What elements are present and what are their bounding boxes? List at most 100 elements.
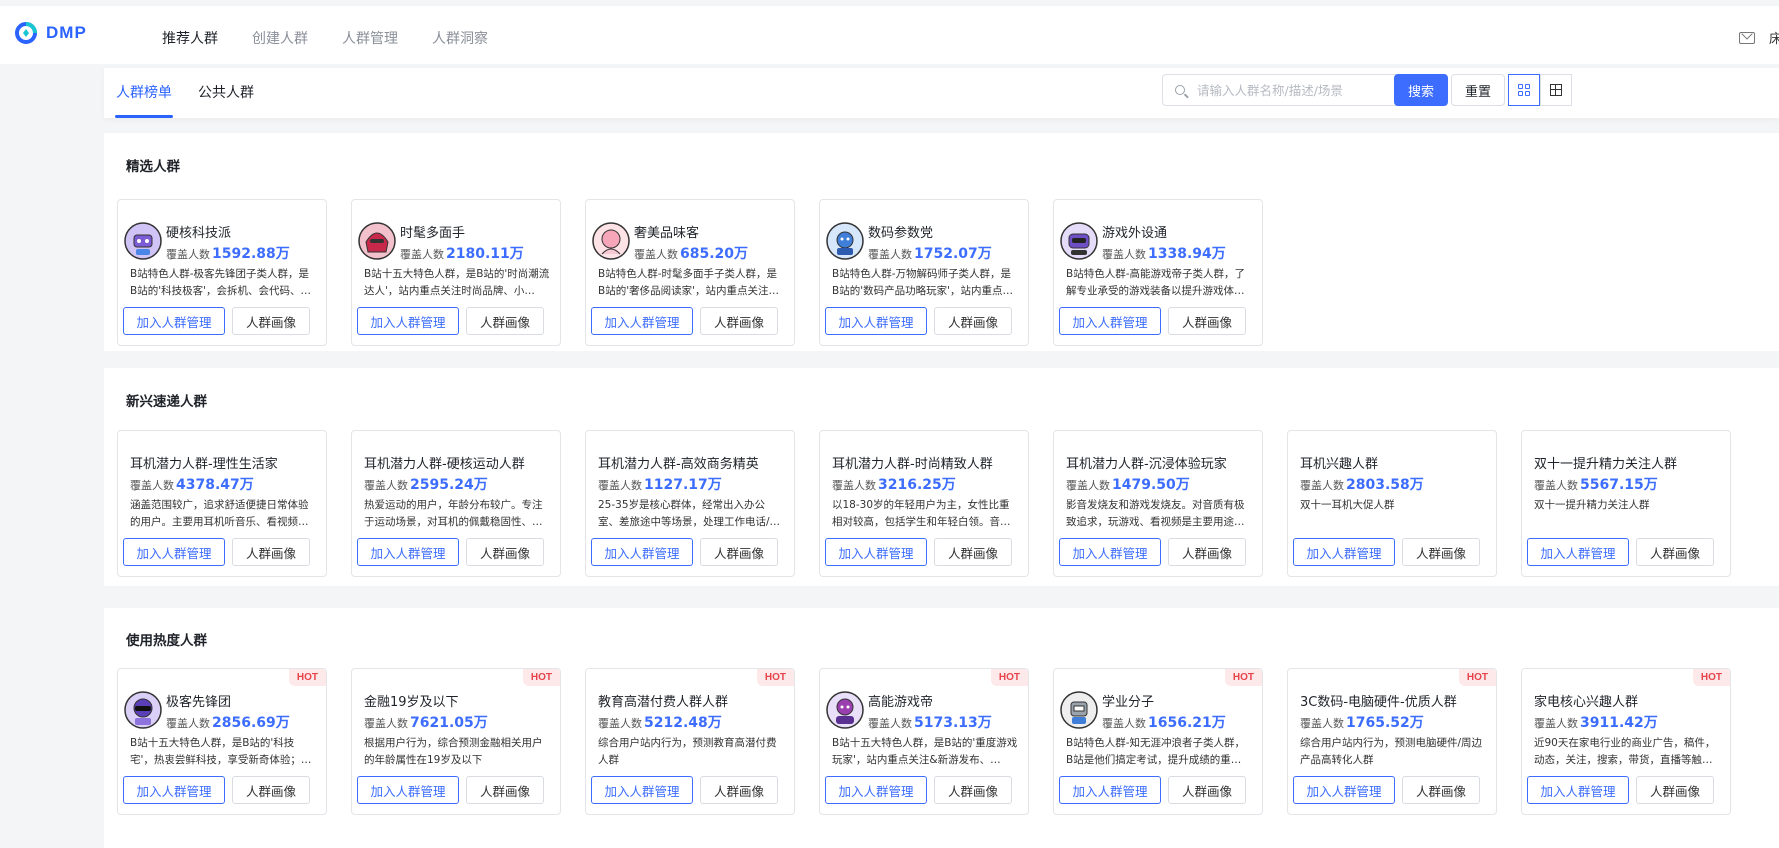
crowd-portrait-button[interactable]: 人群画像 xyxy=(700,538,778,566)
add-to-management-button[interactable]: 加入人群管理 xyxy=(1059,307,1161,335)
count-label: 覆盖人数 xyxy=(1102,717,1146,730)
crowd-portrait-button[interactable]: 人群画像 xyxy=(232,307,310,335)
crowd-portrait-button[interactable]: 人群画像 xyxy=(1168,538,1246,566)
search-button[interactable]: 搜索 xyxy=(1394,74,1448,106)
search-input[interactable] xyxy=(1195,81,1409,99)
logo[interactable]: DMP xyxy=(14,21,87,45)
hot-badge: HOT xyxy=(1224,669,1262,686)
add-to-management-button[interactable]: 加入人群管理 xyxy=(123,307,225,335)
add-to-management-button[interactable]: 加入人群管理 xyxy=(825,776,927,804)
add-to-management-button[interactable]: 加入人群管理 xyxy=(357,307,459,335)
count-value: 1338.94万 xyxy=(1148,246,1226,262)
crowd-card[interactable]: 耳机潜力人群-沉浸体验玩家 覆盖人数 1479.50万 影音发烧友和游戏发烧友。对音质… xyxy=(1053,430,1263,577)
crowd-name: 双十一提升精力关注人群 xyxy=(1534,457,1678,472)
avatar xyxy=(124,222,162,260)
count-value: 3216.25万 xyxy=(878,477,956,493)
crowd-card[interactable]: 耳机潜力人群-时尚精致人群 覆盖人数 3216.25万 以18-30岁的年轻用户为主，… xyxy=(819,430,1029,577)
crowd-description: 以18-30岁的年轻用户为主，女性比重相对较高，包括学生和年轻白领。音… xyxy=(832,499,1011,528)
crowd-portrait-button[interactable]: 人群画像 xyxy=(1636,776,1714,804)
crowd-portrait-button[interactable]: 人群画像 xyxy=(466,307,544,335)
crowd-description: B站特色人群-极客先锋团子类人群，是B站的'科技极客'，会拆机、会代码、… xyxy=(130,268,311,297)
count-label: 覆盖人数 xyxy=(364,479,408,492)
add-to-management-button[interactable]: 加入人群管理 xyxy=(1293,776,1395,804)
crowd-portrait-button[interactable]: 人群画像 xyxy=(466,538,544,566)
avatar xyxy=(592,222,630,260)
crowd-name: 耳机兴趣人群 xyxy=(1300,457,1379,472)
nav-item-manage[interactable]: 人群管理 xyxy=(342,28,398,48)
crowd-card[interactable]: 双十一提升精力关注人群 覆盖人数 5567.15万 双十一提升精力关注人群 加入人群管理… xyxy=(1521,430,1731,577)
crowd-card[interactable]: 时髦多面手 覆盖人数 2180.11万 B站十五大特色人群，是B站的'时尚潮流达人'，… xyxy=(351,199,561,346)
add-to-management-button[interactable]: 加入人群管理 xyxy=(1059,776,1161,804)
crowd-count: 覆盖人数 2180.11万 xyxy=(400,243,524,263)
add-to-management-button[interactable]: 加入人群管理 xyxy=(1293,538,1395,566)
crowd-portrait-button[interactable]: 人群画像 xyxy=(700,776,778,804)
add-to-management-button[interactable]: 加入人群管理 xyxy=(123,538,225,566)
count-value: 2856.69万 xyxy=(212,715,290,731)
reset-button[interactable]: 重置 xyxy=(1451,74,1505,106)
count-value: 1127.17万 xyxy=(644,477,722,493)
crowd-portrait-button[interactable]: 人群画像 xyxy=(1402,538,1480,566)
crowd-card[interactable]: 耳机潜力人群-理性生活家 覆盖人数 4378.47万 涵盖范围较广，追求舒适便捷日常体… xyxy=(117,430,327,577)
crowd-card[interactable]: 游戏外设通 覆盖人数 1338.94万 B站特色人群-高能游戏帝子类人群，了解专业承受… xyxy=(1053,199,1263,346)
add-to-management-button[interactable]: 加入人群管理 xyxy=(1527,776,1629,804)
crowd-portrait-button[interactable]: 人群画像 xyxy=(466,776,544,804)
crowd-portrait-button[interactable]: 人群画像 xyxy=(1168,776,1246,804)
crowd-card[interactable]: HOT 家电核心兴趣人群 覆盖人数 3911.42万 近90天在家电行业的商业广告，稿件… xyxy=(1521,668,1731,815)
crowd-card[interactable]: HOT 3C数码-电脑硬件-优质人群 覆盖人数 1765.52万 综合用户站内行为，预测… xyxy=(1287,668,1497,815)
crowd-name: 金融19岁及以下 xyxy=(364,695,459,710)
hot-badge: HOT xyxy=(288,669,326,686)
add-to-management-button[interactable]: 加入人群管理 xyxy=(357,538,459,566)
add-to-management-button[interactable]: 加入人群管理 xyxy=(591,538,693,566)
add-to-management-button[interactable]: 加入人群管理 xyxy=(591,776,693,804)
crowd-portrait-button[interactable]: 人群画像 xyxy=(934,538,1012,566)
add-to-management-button[interactable]: 加入人群管理 xyxy=(123,776,225,804)
crowd-card[interactable]: HOT 极客先锋团 覆盖人数 2856.69万 B站十五大特色人群，是B站的'科技宅'，… xyxy=(117,668,327,815)
add-to-management-button[interactable]: 加入人群管理 xyxy=(825,538,927,566)
crowd-portrait-button[interactable]: 人群画像 xyxy=(1636,538,1714,566)
crowd-card[interactable]: 数码参数党 覆盖人数 1752.07万 B站特色人群-万物解码师子类人群，是B站的'数… xyxy=(819,199,1029,346)
crowd-portrait-button[interactable]: 人群画像 xyxy=(232,776,310,804)
add-to-management-button[interactable]: 加入人群管理 xyxy=(825,307,927,335)
crowd-card[interactable]: 耳机兴趣人群 覆盖人数 2803.58万 双十一耳机大促人群 加入人群管理 人群画像 xyxy=(1287,430,1497,577)
nav-item-insight[interactable]: 人群洞察 xyxy=(432,28,488,48)
crowd-card[interactable]: HOT 学业分子 覆盖人数 1656.21万 B站特色人群-知无涯冲浪者子类人群，B站是… xyxy=(1053,668,1263,815)
add-to-management-button[interactable]: 加入人群管理 xyxy=(1527,538,1629,566)
crowd-portrait-button[interactable]: 人群画像 xyxy=(700,307,778,335)
section-1: 新兴速递人群 耳机潜力人群-理性生活家 覆盖人数 4378.47万 涵盖范围较广，追求舒… xyxy=(104,368,1779,586)
crowd-card[interactable]: HOT 教育高潜付费人群人群 覆盖人数 5212.48万 综合用户站内行为，预测教育高潜… xyxy=(585,668,795,815)
tab-public[interactable]: 公共人群 xyxy=(198,82,254,102)
add-to-management-button[interactable]: 加入人群管理 xyxy=(1059,538,1161,566)
crowd-description: B站特色人群-时髦多面手子类人群，是B站的'奢侈品阅读家'，站内重点关注… xyxy=(598,268,779,297)
count-label: 覆盖人数 xyxy=(364,717,408,730)
grid-view-button[interactable] xyxy=(1508,74,1540,106)
crowd-portrait-button[interactable]: 人群画像 xyxy=(1402,776,1480,804)
crowd-card[interactable]: 耳机潜力人群-硬核运动人群 覆盖人数 2595.24万 热爱运动的用户，年龄分布较广。… xyxy=(351,430,561,577)
crowd-portrait-button[interactable]: 人群画像 xyxy=(934,776,1012,804)
crowd-portrait-button[interactable]: 人群画像 xyxy=(232,538,310,566)
crowd-description: 涵盖范围较广，追求舒适便捷日常体验的用户。主要用耳机听音乐、看视频… xyxy=(130,499,309,528)
list-view-button[interactable] xyxy=(1540,74,1572,106)
add-to-management-button[interactable]: 加入人群管理 xyxy=(591,307,693,335)
crowd-card[interactable]: 奢美品味客 覆盖人数 685.20万 B站特色人群-时髦多面手子类人群，是B站的'奢侈… xyxy=(585,199,795,346)
tabs-bar: 人群榜单 公共人群 搜索 重置 xyxy=(104,68,1779,118)
count-label: 覆盖人数 xyxy=(1300,479,1344,492)
crowd-description: 综合用户站内行为，预测教育高潜付费人群 xyxy=(598,737,777,766)
mail-icon[interactable] xyxy=(1739,31,1755,44)
crowd-name: 硬核科技派 xyxy=(166,226,232,241)
tab-active-indicator xyxy=(115,115,173,118)
crowd-card[interactable]: HOT 高能游戏帝 覆盖人数 5173.13万 B站十五大特色人群，是B站的'重度游戏玩… xyxy=(819,668,1029,815)
user-menu[interactable]: 床 xyxy=(1769,28,1779,47)
nav-item-create[interactable]: 创建人群 xyxy=(252,28,308,48)
avatar xyxy=(124,691,162,729)
section-2: 使用热度人群 HOT 极客先锋团 覆盖人数 2856.69万 B站十五大特色人群，是B站的… xyxy=(104,608,1779,848)
add-to-management-button[interactable]: 加入人群管理 xyxy=(357,776,459,804)
crowd-portrait-button[interactable]: 人群画像 xyxy=(934,307,1012,335)
crowd-portrait-button[interactable]: 人群画像 xyxy=(1168,307,1246,335)
crowd-card[interactable]: HOT 金融19岁及以下 覆盖人数 7621.05万 根据用户行为，综合预测金融相关用户… xyxy=(351,668,561,815)
tab-ranking[interactable]: 人群榜单 xyxy=(116,82,172,102)
nav-item-recommended[interactable]: 推荐人群 xyxy=(162,28,218,48)
crowd-description: 近90天在家电行业的商业广告，稿件，动态，关注，搜索，带货，直播等触… xyxy=(1534,737,1716,766)
crowd-name: 时髦多面手 xyxy=(400,226,466,241)
crowd-card[interactable]: 耳机潜力人群-高效商务精英 覆盖人数 1127.17万 25-35岁是核心群体，经常出… xyxy=(585,430,795,577)
crowd-card[interactable]: 硬核科技派 覆盖人数 1592.88万 B站特色人群-极客先锋团子类人群，是B站的'科… xyxy=(117,199,327,346)
